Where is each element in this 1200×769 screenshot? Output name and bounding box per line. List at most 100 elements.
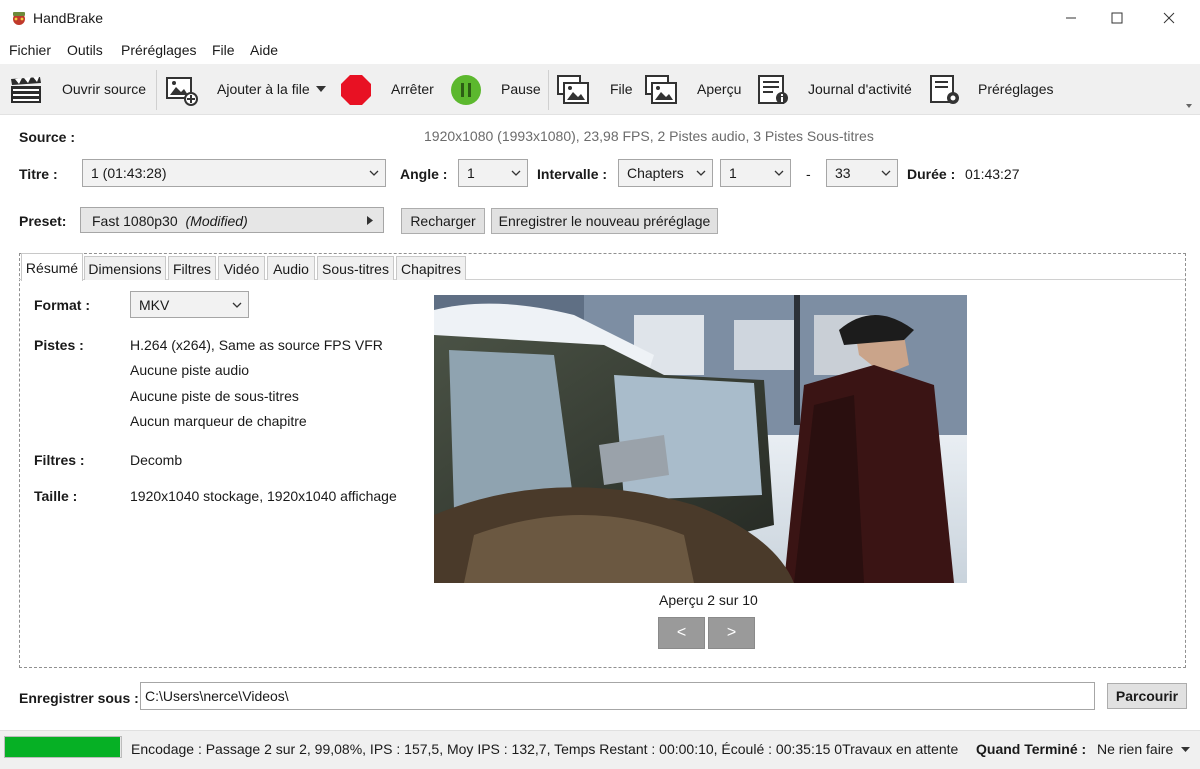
chevron-down-icon [696, 170, 706, 176]
chevron-right-icon [367, 216, 373, 225]
toolbar-overflow-icon[interactable] [1185, 102, 1193, 110]
preview-image [434, 295, 967, 583]
chevron-down-icon [881, 170, 891, 176]
preview-icon [645, 75, 677, 104]
source-label: Source : [19, 129, 76, 145]
save-as-label: Enregistrer sous : [19, 690, 139, 706]
toolbar-separator [548, 70, 549, 110]
preset-selector[interactable]: Fast 1080p30 (Modified) [80, 207, 384, 233]
preset-label: Preset: [19, 213, 67, 229]
chevron-down-icon [511, 170, 521, 176]
chevron-down-icon[interactable] [316, 86, 326, 93]
title-bar [0, 0, 1200, 36]
chevron-down-icon [1181, 747, 1191, 753]
menu-outils[interactable]: Outils [67, 42, 103, 58]
when-done-select[interactable]: Ne rien faire [1097, 741, 1191, 757]
size-value: 1920x1040 stockage, 1920x1040 affichage [130, 488, 397, 504]
preset-modified: (Modified) [185, 213, 248, 229]
queue-button[interactable]: File [610, 81, 633, 97]
progress-fill [5, 737, 120, 757]
chevron-down-icon [369, 170, 379, 176]
queue-icon [557, 75, 589, 104]
handbrake-logo-icon [13, 12, 25, 25]
format-select-value: MKV [139, 297, 170, 313]
tab-resume[interactable]: Résumé [21, 253, 83, 281]
tab-dimensions[interactable]: Dimensions [84, 256, 166, 280]
angle-select-value: 1 [467, 165, 475, 181]
title-label: Titre : [19, 166, 58, 182]
tab-chapitres[interactable]: Chapitres [396, 256, 466, 280]
duration-value: 01:43:27 [965, 166, 1020, 182]
tab-sous-titres[interactable]: Sous-titres [317, 256, 394, 280]
tab-video[interactable]: Vidéo [218, 256, 265, 280]
menu-fichier[interactable]: Fichier [9, 42, 51, 58]
preview-frame [434, 295, 967, 583]
filters-value: Decomb [130, 452, 183, 468]
chevron-down-icon [774, 170, 784, 176]
source-info: 1920x1080 (1993x1080), 23,98 FPS, 2 Pist… [424, 128, 874, 144]
minimize-button[interactable] [1048, 0, 1094, 36]
browse-button[interactable]: Parcourir [1107, 683, 1187, 709]
presets-icon [930, 75, 959, 104]
presets-button[interactable]: Préréglages [978, 81, 1054, 97]
range-label: Intervalle : [537, 166, 608, 182]
reload-button[interactable]: Recharger [401, 208, 485, 234]
range-start-value: 1 [729, 165, 737, 181]
save-new-preset-button[interactable]: Enregistrer le nouveau préréglage [491, 208, 718, 234]
when-done-value: Ne rien faire [1097, 741, 1174, 757]
range-dash: - [806, 166, 811, 182]
filters-label: Filtres : [34, 452, 85, 468]
next-preview-button[interactable]: > [708, 617, 755, 649]
encode-progress-bar [4, 736, 122, 758]
save-path-input[interactable]: C:\Users\nerce\Videos\ [140, 682, 1095, 710]
when-done-label: Quand Terminé : [976, 741, 1087, 757]
window-title: HandBrake [33, 10, 104, 26]
menu-file[interactable]: File [212, 42, 235, 58]
save-path-value: C:\Users\nerce\Videos\ [145, 688, 289, 704]
range-type-select[interactable]: Chapters [618, 159, 713, 187]
close-icon [1163, 12, 1175, 24]
tab-audio[interactable]: Audio [267, 256, 315, 280]
range-type-value: Chapters [627, 165, 684, 181]
toolbar-separator [156, 70, 157, 110]
maximize-icon [1111, 12, 1123, 24]
chevron-down-icon [232, 302, 242, 308]
menu-prereglages[interactable]: Préréglages [121, 42, 197, 58]
open-source-button[interactable]: Ouvrir source [62, 81, 146, 97]
title-select-value: 1 (01:43:28) [91, 165, 167, 181]
track-line: Aucun marqueur de chapitre [130, 413, 307, 429]
format-label: Format : [34, 297, 90, 313]
pause-icon [451, 75, 481, 105]
tracks-label: Pistes : [34, 337, 84, 353]
range-end-select[interactable]: 33 [826, 159, 898, 187]
angle-select[interactable]: 1 [458, 159, 528, 187]
title-select[interactable]: 1 (01:43:28) [82, 159, 386, 187]
add-to-queue-button[interactable]: Ajouter à la file [217, 81, 310, 97]
menu-aide[interactable]: Aide [250, 42, 278, 58]
clapperboard-icon [11, 77, 41, 103]
format-select[interactable]: MKV [130, 291, 249, 318]
stop-icon [341, 75, 371, 105]
preview-caption: Aperçu 2 sur 10 [659, 592, 758, 608]
close-button[interactable] [1146, 0, 1192, 36]
track-line: H.264 (x264), Same as source FPS VFR [130, 337, 383, 353]
activity-log-icon [758, 75, 788, 104]
stop-button[interactable]: Arrêter [391, 81, 434, 97]
angle-label: Angle : [400, 166, 448, 182]
tab-filtres[interactable]: Filtres [168, 256, 216, 280]
pause-button[interactable]: Pause [501, 81, 541, 97]
preset-name: Fast 1080p30 [92, 213, 178, 229]
maximize-button[interactable] [1094, 0, 1140, 36]
status-text: Encodage : Passage 2 sur 2, 99,08%, IPS … [131, 741, 959, 757]
range-end-value: 33 [835, 165, 851, 181]
activity-log-button[interactable]: Journal d'activité [808, 81, 912, 97]
track-line: Aucune piste de sous-titres [130, 388, 299, 404]
add-to-queue-icon [166, 77, 198, 106]
minimize-icon [1066, 17, 1076, 19]
duration-label: Durée : [907, 166, 956, 182]
track-line: Aucune piste audio [130, 362, 250, 378]
previous-preview-button[interactable]: < [658, 617, 705, 649]
range-start-select[interactable]: 1 [720, 159, 791, 187]
preview-button[interactable]: Aperçu [697, 81, 741, 97]
size-label: Taille : [34, 488, 78, 504]
